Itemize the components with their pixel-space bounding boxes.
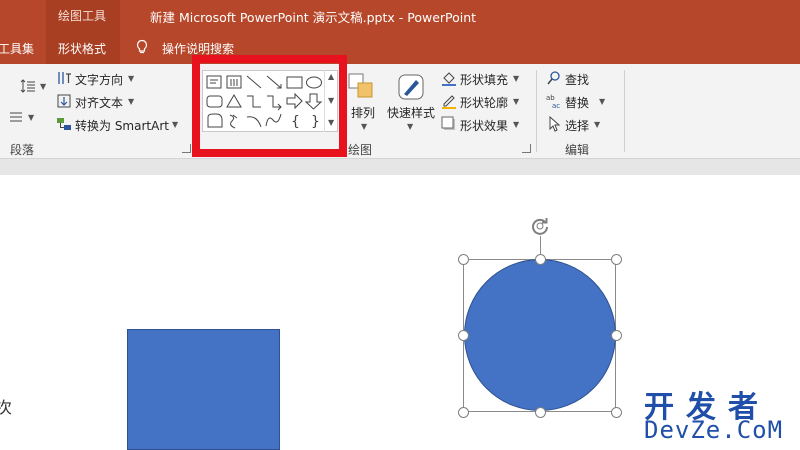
text-direction-icon[interactable] [56,70,72,86]
ribbon-tab-row: 工具集 形状格式 操作说明搜索 [0,30,800,64]
lightbulb-icon[interactable] [134,39,150,55]
resize-handle-top-right[interactable] [611,254,622,265]
resize-handle-bottom[interactable] [535,407,546,418]
chevron-down-icon[interactable]: ▼ [407,122,413,131]
replace-label[interactable]: 替换 [565,94,589,111]
chevron-down-icon[interactable]: ▼ [594,120,600,129]
slide-text-fragment[interactable]: 次 [0,394,12,418]
smartart-icon[interactable] [56,116,72,132]
select-label[interactable]: 选择 [565,117,589,134]
chevron-down-icon[interactable]: ▼ [128,97,134,106]
shape-outline-label[interactable]: 形状轮廓 [460,94,508,111]
shape-effects-icon[interactable] [441,116,457,132]
find-label[interactable]: 查找 [565,71,589,88]
tab-tools[interactable]: 工具集 [0,40,34,57]
replace-icon[interactable]: ab ac [546,93,562,109]
tab-shape-format[interactable]: 形状格式 [46,30,120,64]
resize-handle-right[interactable] [611,330,622,341]
resize-handle-bottom-left[interactable] [458,407,469,418]
find-search-icon[interactable] [546,70,562,86]
context-tab-group: 绘图工具 [46,0,120,30]
watermark-logo: 开发者 DevZe.CoM [640,382,798,446]
paragraph-group-label: 段落 [10,143,35,157]
quick-styles-label[interactable]: 快速样式 [387,104,435,121]
shape-effects-label[interactable]: 形状效果 [460,117,508,134]
watermark-en: DevZe.CoM [644,416,784,444]
ribbon: ▼ ▼ 文字方向 ▼ 对齐文本 ▼ 转换为 SmartArt ▼ 段落 {} … [0,64,800,159]
chevron-down-icon[interactable]: ▼ [513,120,519,129]
highlight-annotation-box [192,55,347,157]
group-separator [536,70,537,152]
paint-bucket-icon[interactable] [441,70,457,86]
chevron-down-icon[interactable]: ▼ [513,74,519,83]
arrange-icon[interactable] [346,72,376,102]
pen-outline-icon[interactable] [441,93,457,109]
chevron-down-icon[interactable]: ▼ [361,122,367,131]
chevron-down-icon[interactable]: ▼ [128,74,134,83]
paragraph-dialog-launcher-icon[interactable] [182,144,191,153]
chevron-down-icon[interactable]: ▼ [40,82,46,91]
chevron-down-icon[interactable]: ▼ [172,120,178,129]
chevron-down-icon[interactable]: ▼ [28,113,34,122]
rotate-icon[interactable] [529,215,551,237]
svg-text:ab: ab [546,94,555,102]
group-separator [624,70,625,152]
resize-handle-bottom-right[interactable] [611,407,622,418]
resize-handle-left[interactable] [458,330,469,341]
bullets-icon[interactable] [8,109,24,125]
align-text-label[interactable]: 对齐文本 [75,94,123,111]
circle-shape[interactable] [464,259,616,411]
chevron-down-icon[interactable]: ▼ [599,97,605,106]
context-group-label: 绘图工具 [58,9,107,23]
line-spacing-icon[interactable] [20,78,36,94]
drawing-group-label: 绘图 [348,143,373,157]
rectangle-shape[interactable] [127,329,280,450]
chevron-down-icon[interactable]: ▼ [513,97,519,106]
drawing-dialog-launcher-icon[interactable] [522,144,531,153]
text-direction-label[interactable]: 文字方向 [75,71,123,88]
document-title: 新建 Microsoft PowerPoint 演示文稿.pptx - Powe… [150,10,477,25]
select-cursor-icon[interactable] [546,116,562,132]
arrange-label[interactable]: 排列 [351,104,375,121]
title-bar: 绘图工具 新建 Microsoft PowerPoint 演示文稿.pptx -… [0,0,800,30]
convert-smartart-label[interactable]: 转换为 SmartArt [75,117,169,134]
align-text-icon[interactable] [56,93,72,109]
editing-group-label: 编辑 [565,143,590,157]
svg-text:ac: ac [552,102,560,109]
resize-handle-top-left[interactable] [458,254,469,265]
shape-fill-label[interactable]: 形状填充 [460,71,508,88]
resize-handle-top[interactable] [535,254,546,265]
quick-styles-icon[interactable] [396,72,426,102]
